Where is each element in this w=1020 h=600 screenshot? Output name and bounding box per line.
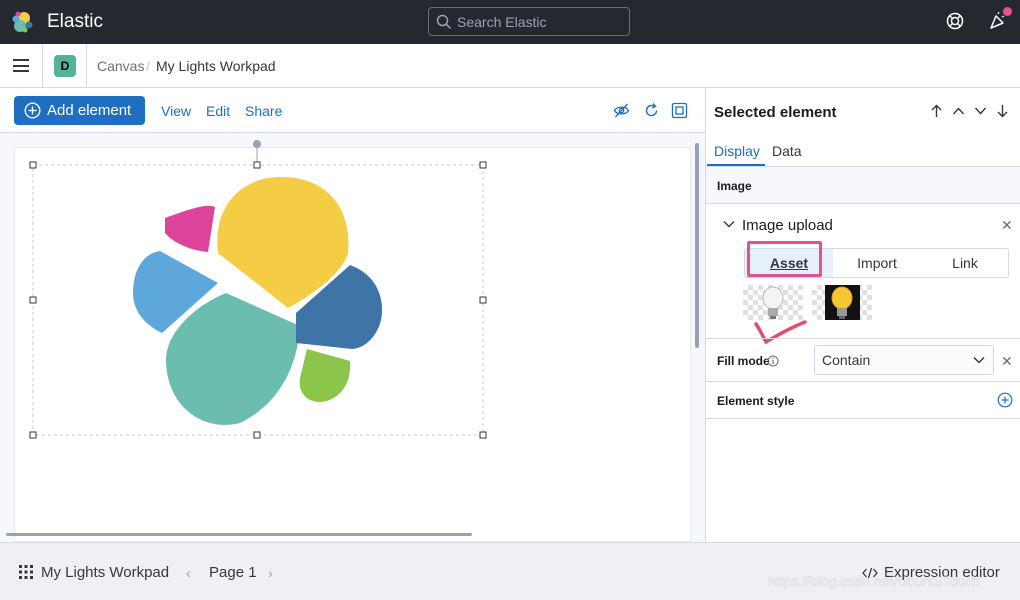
divider — [86, 44, 87, 88]
previous-page-icon[interactable]: ‹ — [186, 565, 191, 581]
next-page-icon[interactable]: › — [268, 565, 273, 581]
view-menu[interactable]: View — [161, 103, 191, 119]
remove-argument-icon[interactable]: ✕ — [1001, 217, 1013, 234]
plus-circle-icon — [24, 102, 41, 119]
menu-icon[interactable] — [13, 59, 29, 72]
search-placeholder: Search Elastic — [457, 13, 547, 30]
refresh-icon[interactable] — [643, 102, 660, 119]
breadcrumb-separator: / — [146, 58, 150, 74]
send-to-back-icon[interactable] — [996, 104, 1009, 118]
workpad-name[interactable]: My Lights Workpad — [41, 564, 169, 581]
annotation-highlight — [747, 241, 822, 277]
bring-forward-icon[interactable] — [952, 106, 965, 116]
chevron-down-icon — [973, 356, 985, 364]
eye-closed-icon[interactable] — [613, 102, 630, 119]
image-section-header: Image — [706, 167, 1020, 204]
rotate-handle[interactable] — [253, 140, 261, 148]
apps-grid-icon[interactable] — [19, 565, 33, 579]
share-menu[interactable]: Share — [245, 103, 282, 119]
element-style-label[interactable]: Element style — [717, 394, 794, 408]
divider — [706, 381, 1020, 382]
workpad-toolbar: Add element View Edit Share — [0, 88, 705, 133]
selected-image-element[interactable] — [0, 133, 705, 542]
import-button[interactable]: Import — [833, 249, 921, 277]
elastic-flower-image — [133, 176, 383, 425]
page-indicator[interactable]: Page 1 — [209, 564, 257, 581]
edit-menu[interactable]: Edit — [206, 103, 230, 119]
sidebar-panel: Selected element Display Data Image Imag… — [705, 88, 1020, 542]
search-input[interactable]: Search Elastic — [428, 7, 630, 36]
divider — [706, 338, 1020, 339]
panel-title: Selected element — [714, 104, 837, 121]
space-avatar[interactable]: D — [54, 55, 76, 77]
watermark: https://blog.csdn.net/UbuntuTouch — [768, 573, 980, 589]
info-icon[interactable] — [767, 355, 779, 367]
annotation-checkmark — [754, 320, 807, 345]
elastic-logo-icon[interactable] — [10, 10, 34, 34]
bring-to-front-icon[interactable] — [930, 104, 943, 118]
asset-thumbnail-bulb-off[interactable] — [743, 285, 803, 320]
vertical-scrollbar[interactable] — [695, 143, 699, 348]
divider — [706, 418, 1020, 419]
lightbulb-on-icon — [825, 285, 860, 320]
divider — [42, 44, 43, 88]
breadcrumb-canvas[interactable]: Canvas — [97, 58, 144, 74]
add-element-button[interactable]: Add element — [14, 96, 145, 125]
chevron-down-icon[interactable] — [723, 219, 735, 229]
workpad-footer: My Lights Workpad ‹ Page 1 › Expression … — [0, 542, 1020, 600]
fullscreen-icon[interactable] — [671, 102, 688, 119]
search-icon — [436, 14, 452, 30]
help-lifebuoy-icon[interactable] — [945, 11, 965, 31]
breadcrumb-bar: D Canvas / My Lights Workpad — [0, 44, 1020, 88]
top-header: Elastic Search Elastic — [0, 0, 1020, 44]
plus-circle-icon[interactable] — [997, 392, 1013, 408]
link-button[interactable]: Link — [921, 249, 1009, 277]
remove-argument-icon[interactable]: ✕ — [1001, 353, 1013, 370]
send-backward-icon[interactable] — [974, 106, 987, 116]
fill-mode-label: Fill mode — [717, 354, 770, 368]
add-element-label: Add element — [47, 102, 132, 119]
breadcrumb-current: My Lights Workpad — [156, 58, 276, 74]
tab-display[interactable]: Display — [714, 143, 760, 159]
horizontal-scrollbar[interactable] — [6, 533, 472, 536]
fill-mode-select[interactable]: Contain — [814, 345, 994, 375]
notification-dot — [1003, 7, 1012, 16]
image-upload-title[interactable]: Image upload — [742, 217, 833, 234]
fill-mode-value: Contain — [822, 352, 871, 368]
lightbulb-off-icon — [762, 286, 784, 319]
workpad-canvas — [0, 133, 705, 542]
image-section-label: Image — [717, 179, 752, 193]
tab-data[interactable]: Data — [772, 143, 802, 159]
brand-name: Elastic — [47, 11, 103, 32]
asset-thumbnail-bulb-on[interactable] — [812, 285, 872, 320]
